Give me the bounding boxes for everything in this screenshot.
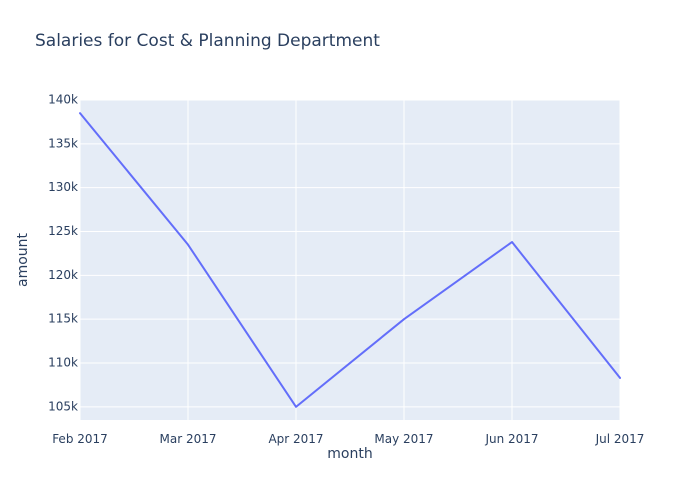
x-tick-label: Jul 2017 xyxy=(595,432,645,446)
chart-root: Feb 2017 Mar 2017 Apr 2017 May 2017 Jun 2017… xyxy=(0,0,700,500)
x-axis-title: month xyxy=(327,446,373,462)
x-tick-label: Jun 2017 xyxy=(484,432,538,446)
x-tick-label: Feb 2017 xyxy=(52,432,108,446)
y-tick-label: 115k xyxy=(48,312,78,326)
y-tick-label: 120k xyxy=(48,268,78,282)
y-tick-label: 105k xyxy=(48,399,78,413)
y-tick-labels: 105k 110k 115k 120k 125k 130k 135k 140k xyxy=(48,93,78,414)
plot-area: Feb 2017 Mar 2017 Apr 2017 May 2017 Jun 2017… xyxy=(48,93,644,446)
y-tick-label: 140k xyxy=(48,93,78,107)
chart-title: Salaries for Cost & Planning Department xyxy=(35,31,380,51)
x-tick-label: May 2017 xyxy=(374,432,433,446)
plot-background xyxy=(80,100,620,420)
y-tick-label: 130k xyxy=(48,180,78,194)
y-tick-label: 135k xyxy=(48,136,78,150)
x-tick-label: Mar 2017 xyxy=(160,432,217,446)
x-tick-labels: Feb 2017 Mar 2017 Apr 2017 May 2017 Jun 2017… xyxy=(52,432,644,446)
y-tick-label: 125k xyxy=(48,224,78,238)
x-tick-label: Apr 2017 xyxy=(268,432,323,446)
y-tick-label: 110k xyxy=(48,356,78,370)
y-axis-title: amount xyxy=(15,232,31,288)
